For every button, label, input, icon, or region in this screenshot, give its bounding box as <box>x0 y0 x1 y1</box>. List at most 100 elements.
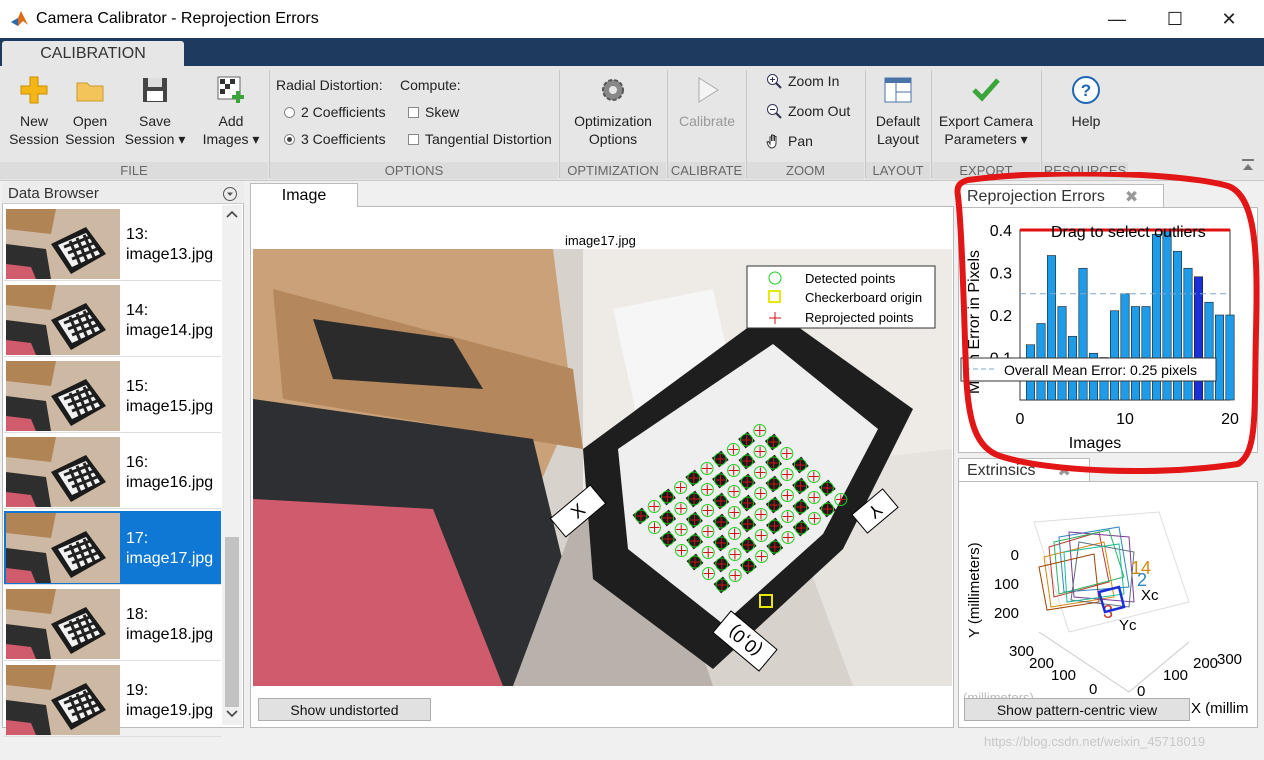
z-tick: 100 <box>1051 667 1076 684</box>
window-title: Camera Calibrator - Reprojection Errors <box>36 10 319 27</box>
layout-icon <box>884 77 912 103</box>
compute-label: Compute: <box>400 77 461 93</box>
play-icon <box>698 77 719 103</box>
list-item-image13[interactable]: 13: image13.jpg <box>4 207 221 281</box>
y-tick: 0 <box>1011 547 1019 564</box>
hand-icon <box>766 134 777 149</box>
image-index: 18: <box>126 606 149 623</box>
group-label-zoom: ZOOM <box>747 162 864 179</box>
matlab-logo-icon <box>11 11 28 26</box>
watermark-text: https://blog.csdn.net/weixin_45718019 <box>984 734 1206 749</box>
extrinsics-panel: 14 2 3 Xc Yc 0 100 200 Y (millimeters) 3… <box>958 481 1258 728</box>
open-session-label-1: Open <box>72 113 108 129</box>
save-session-button[interactable]: Save Session ▾ <box>120 74 190 148</box>
thumbnail-image <box>6 665 120 735</box>
zoom-out-button[interactable]: Zoom Out <box>766 103 850 119</box>
extrinsics-y-axis-title: Y (millimeters) <box>966 542 983 638</box>
zoom-out-icon <box>767 104 782 119</box>
camera-x-label: Xc <box>1141 587 1159 604</box>
tab-image[interactable]: Image <box>250 183 358 207</box>
ribbon-tab-strip <box>0 38 1264 66</box>
image-filename: image19.jpg <box>126 702 214 719</box>
list-item-label: 17: image17.jpg <box>126 529 213 569</box>
y-tick: 200 <box>994 605 1019 622</box>
default-layout-button[interactable]: Default Layout <box>870 74 926 148</box>
list-item-label: 18: image18.jpg <box>126 605 213 645</box>
image-filename: image16.jpg <box>126 474 214 491</box>
checkbox-skew[interactable]: Skew <box>408 104 459 120</box>
radio-icon <box>284 106 295 118</box>
scroll-up-icon[interactable] <box>226 209 238 219</box>
camera-y-label: Yc <box>1119 617 1137 634</box>
image-index: 19: <box>126 682 149 699</box>
panel-menu-icon[interactable] <box>222 186 238 202</box>
list-item-image14[interactable]: 14: image14.jpg <box>4 283 221 357</box>
image-index: 17: <box>126 530 149 547</box>
help-label: Help <box>1071 113 1101 129</box>
checkmark-icon <box>972 78 1000 102</box>
image-filename: image13.jpg <box>126 246 214 263</box>
new-session-button[interactable]: New Session <box>8 74 60 148</box>
thumbnail-image <box>6 209 120 279</box>
image-index: 14: <box>126 302 149 319</box>
floppy-disk-icon <box>143 78 167 102</box>
layout-label-2: Layout <box>876 131 920 147</box>
extrinsics-3d-plot[interactable]: 14 2 3 Xc Yc 0 100 200 Y (millimeters) 3… <box>959 482 1257 727</box>
save-session-label-1: Save <box>139 113 171 129</box>
checkbox-tangential-distortion[interactable]: Tangential Distortion <box>408 131 552 147</box>
list-item-image15[interactable]: 15: image15.jpg <box>4 359 221 433</box>
thumbnail-image <box>6 589 120 659</box>
pan-button[interactable]: Pan <box>766 133 813 149</box>
list-item-image17[interactable]: 17: image17.jpg <box>4 511 221 585</box>
thumbnail-image <box>6 285 120 355</box>
thumbnail-image <box>6 361 120 431</box>
group-label-layout: LAYOUT <box>866 162 930 179</box>
optimization-label-2: Options <box>588 131 638 147</box>
scroll-down-icon[interactable] <box>226 709 238 719</box>
add-images-button[interactable]: Add Images ▾ <box>196 74 266 148</box>
help-button[interactable]: ? Help <box>1060 74 1112 130</box>
new-session-label-1: New <box>19 113 48 129</box>
collapse-ribbon-icon[interactable] <box>1240 158 1256 172</box>
tab-calibration[interactable]: CALIBRATION <box>2 41 184 66</box>
open-session-label-2: Session <box>65 131 115 147</box>
optimization-label-1: Optimization <box>574 113 652 129</box>
optimization-options-button[interactable]: Optimization Options <box>566 74 660 148</box>
calibration-photo: X Y (0,0) Detected points Checkerboard o… <box>253 249 952 686</box>
save-session-label-2: Session ▾ <box>124 131 186 147</box>
calibrate-button[interactable]: Calibrate <box>674 74 740 130</box>
layout-label-1: Default <box>875 113 921 129</box>
zoom-in-icon <box>767 74 782 89</box>
show-pattern-centric-view-button[interactable]: Show pattern-centric view <box>964 698 1190 721</box>
minimize-button[interactable]: — <box>1094 0 1140 38</box>
help-icon: ? <box>1072 76 1100 104</box>
image-title: image17.jpg <box>565 233 636 248</box>
scrollbar[interactable] <box>222 205 242 725</box>
y-tick: 100 <box>994 576 1019 593</box>
x-tick: 300 <box>1217 651 1242 668</box>
list-item-image19[interactable]: 19: image19.jpg <box>4 663 221 737</box>
scrollbar-thumb[interactable] <box>225 537 239 707</box>
export-camera-parameters-button[interactable]: Export Camera Parameters ▾ <box>936 74 1036 148</box>
image-index: 13: <box>126 226 149 243</box>
add-images-label-2: Images ▾ <box>202 131 260 147</box>
checkbox-icon <box>408 133 419 145</box>
close-window-button[interactable]: ✕ <box>1206 0 1252 38</box>
open-session-button[interactable]: Open Session <box>64 74 116 148</box>
group-label-optimization: OPTIMIZATION <box>560 162 666 179</box>
radio-2-coefficients[interactable]: 2 Coefficients <box>284 104 386 120</box>
list-item-image16[interactable]: 16: image16.jpg <box>4 435 221 509</box>
maximize-button[interactable]: ☐ <box>1152 0 1198 38</box>
show-undistorted-button[interactable]: Show undistorted <box>258 698 431 721</box>
list-item-label: 14: image14.jpg <box>126 301 213 341</box>
radial-distortion-label: Radial Distortion: <box>276 77 383 93</box>
svg-text:?: ? <box>1081 81 1091 100</box>
new-session-label-2: Session <box>9 131 59 147</box>
list-item-image18[interactable]: 18: image18.jpg <box>4 587 221 661</box>
zoom-in-button[interactable]: Zoom In <box>766 73 839 89</box>
list-item-label: 16: image16.jpg <box>126 453 213 493</box>
radio-selected-icon <box>284 133 295 145</box>
radio-3-coefficients[interactable]: 3 Coefficients <box>284 131 386 147</box>
image-index: 15: <box>126 378 149 395</box>
red-annotation-outline <box>954 172 1260 474</box>
